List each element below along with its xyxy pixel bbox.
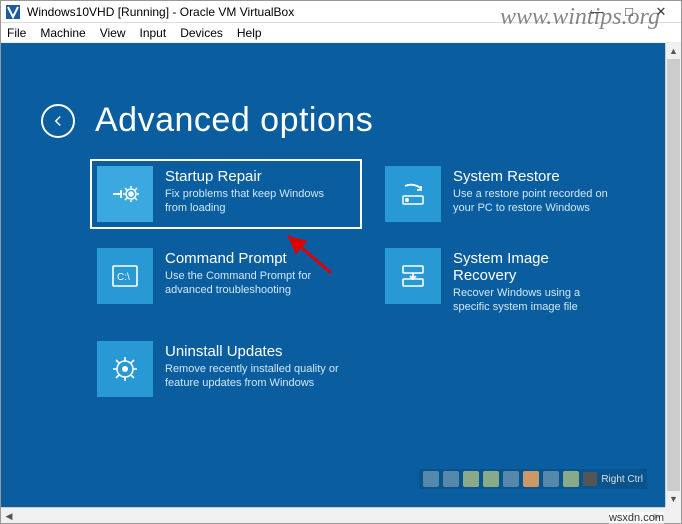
menu-file[interactable]: File — [7, 26, 26, 40]
tiles-grid: Startup Repair Fix problems that keep Wi… — [91, 160, 635, 403]
scroll-down-icon[interactable]: ▼ — [666, 491, 681, 507]
display-icon[interactable] — [543, 471, 559, 487]
vertical-scrollbar[interactable]: ▲ ▼ — [665, 43, 681, 507]
tile-system-image-recovery[interactable]: System Image Recovery Recover Windows us… — [379, 242, 619, 321]
tile-body: System Image Recovery Recover Windows us… — [453, 248, 613, 315]
host-key-indicator-icon — [583, 472, 597, 486]
content-area: Advanced options Startup Repair — [1, 43, 681, 523]
close-button[interactable]: ✕ — [645, 4, 677, 20]
back-button[interactable] — [41, 104, 75, 138]
scroll-thumb[interactable] — [667, 59, 680, 491]
scroll-right-icon[interactable]: ▶ — [649, 508, 665, 523]
tile-title: Command Prompt — [165, 250, 345, 267]
tile-desc: Use the Command Prompt for advanced trou… — [165, 269, 345, 298]
tile-desc: Fix problems that keep Windows from load… — [165, 187, 345, 216]
svg-text:C:\: C:\ — [117, 272, 130, 283]
tile-title: Startup Repair — [165, 168, 345, 185]
menu-machine[interactable]: Machine — [40, 26, 85, 40]
scroll-up-icon[interactable]: ▲ — [666, 43, 681, 59]
winre-screen: Advanced options Startup Repair — [1, 43, 665, 507]
tile-desc: Use a restore point recorded on your PC … — [453, 187, 613, 216]
vm-window: Windows10VHD [Running] - Oracle VM Virtu… — [0, 0, 682, 524]
minimize-button[interactable]: — — [581, 4, 613, 19]
audio-icon[interactable] — [463, 471, 479, 487]
cmd-icon: C:\ — [97, 248, 153, 304]
tile-system-restore[interactable]: System Restore Use a restore point recor… — [379, 160, 619, 228]
gear-icon — [97, 341, 153, 397]
menu-view[interactable]: View — [100, 26, 126, 40]
tile-uninstall-updates[interactable]: Uninstall Updates Remove recently instal… — [91, 335, 361, 403]
tile-title: Uninstall Updates — [165, 343, 345, 360]
virtualbox-icon — [5, 4, 21, 20]
tile-body: System Restore Use a restore point recor… — [453, 166, 613, 216]
tile-startup-repair[interactable]: Startup Repair Fix problems that keep Wi… — [91, 160, 361, 228]
page-title: Advanced options — [95, 101, 373, 140]
titlebar: Windows10VHD [Running] - Oracle VM Virtu… — [1, 1, 681, 23]
window-title: Windows10VHD [Running] - Oracle VM Virtu… — [27, 5, 581, 19]
back-arrow-icon — [49, 112, 67, 130]
tile-body: Command Prompt Use the Command Prompt fo… — [165, 248, 345, 298]
tile-title: System Image Recovery — [453, 250, 613, 284]
wrench-gear-icon — [97, 166, 153, 222]
scroll-left-icon[interactable]: ◀ — [1, 508, 17, 523]
network-icon[interactable] — [483, 471, 499, 487]
tile-body: Uninstall Updates Remove recently instal… — [165, 341, 345, 391]
recording-icon[interactable] — [563, 471, 579, 487]
maximize-button[interactable]: □ — [613, 4, 645, 19]
drive-restore-icon — [385, 166, 441, 222]
usb-icon[interactable] — [503, 471, 519, 487]
host-key-label: Right Ctrl — [601, 474, 643, 485]
tile-body: Startup Repair Fix problems that keep Wi… — [165, 166, 345, 216]
shared-folder-icon[interactable] — [523, 471, 539, 487]
menu-input[interactable]: Input — [140, 26, 167, 40]
horizontal-scrollbar[interactable]: ◀ ▶ — [1, 507, 665, 523]
drive-arrow-icon — [385, 248, 441, 304]
menu-devices[interactable]: Devices — [180, 26, 223, 40]
tile-command-prompt[interactable]: C:\ Command Prompt Use the Command Promp… — [91, 242, 361, 321]
optical-icon[interactable] — [443, 471, 459, 487]
tile-desc: Recover Windows using a specific system … — [453, 286, 613, 315]
vm-status-bar: Right Ctrl — [419, 469, 647, 489]
tile-title: System Restore — [453, 168, 613, 185]
tile-desc: Remove recently installed quality or fea… — [165, 362, 345, 391]
disk-icon[interactable] — [423, 471, 439, 487]
menu-help[interactable]: Help — [237, 26, 262, 40]
menubar: File Machine View Input Devices Help — [1, 23, 681, 43]
scroll-corner — [665, 507, 681, 523]
page-header: Advanced options — [41, 101, 635, 140]
